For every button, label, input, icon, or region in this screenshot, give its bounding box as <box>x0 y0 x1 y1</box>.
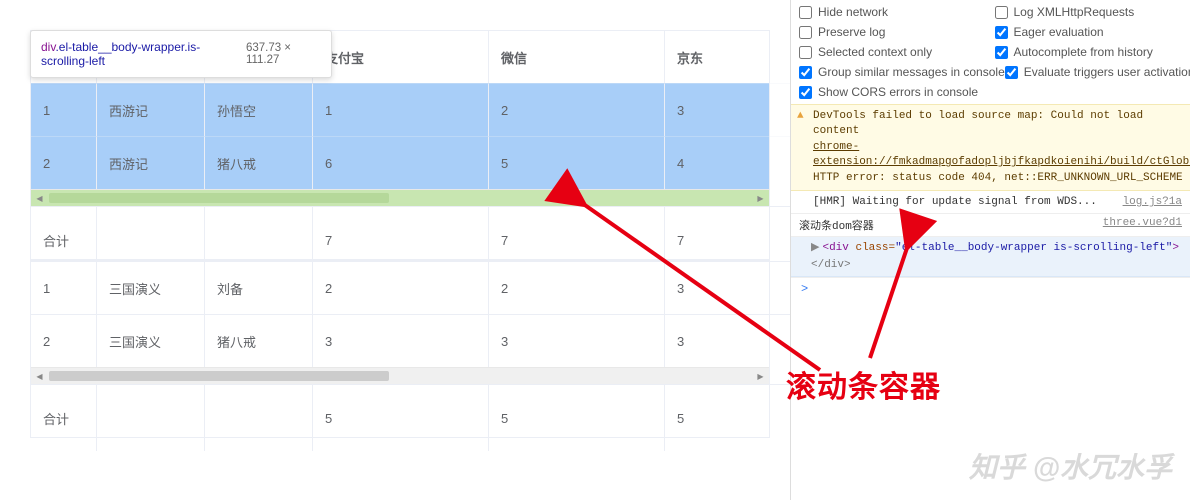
console-log-hmr: [HMR] Waiting for update signal from WDS… <box>791 191 1190 215</box>
cell: 2 <box>489 83 665 136</box>
horizontal-scrollbar[interactable]: ◀ ▶ <box>31 367 769 384</box>
cell: 刘备 <box>205 261 313 314</box>
checkbox-evaluate-triggers[interactable]: Evaluate triggers user activation <box>1005 65 1190 79</box>
console-log-dom: 滚动条dom容器 three.vue?d1 <box>791 214 1190 237</box>
scrollbar-thumb[interactable] <box>49 371 389 381</box>
cell: 3 <box>313 314 489 367</box>
scroll-left-icon[interactable]: ◀ <box>31 190 48 207</box>
table-row[interactable]: 2 西游记 猪八戒 6 5 4 <box>31 136 769 189</box>
tooltip-dimensions: 637.73 × 111.27 <box>246 42 321 66</box>
table-summary: 合计 7 7 7 <box>31 206 769 259</box>
cell: 5 <box>489 136 665 189</box>
table-body-highlighted[interactable]: 1 西游记 孙悟空 1 2 3 2 西游记 猪八戒 6 5 4 <box>31 83 769 189</box>
watermark: 知乎 @水冗水孚 <box>969 446 1172 486</box>
scroll-right-icon[interactable]: ▶ <box>752 190 769 207</box>
table-row[interactable]: 1 西游记 孙悟空 1 2 3 <box>31 83 769 136</box>
cell: 1 <box>31 261 97 314</box>
cell: 5 <box>489 384 665 451</box>
summary-row: 合计 5 5 5 <box>31 384 769 437</box>
console-settings: Hide network Log XMLHttpRequests Preserv… <box>791 0 1190 104</box>
cell: 2 <box>313 261 489 314</box>
cell: 西游记 <box>97 83 205 136</box>
caret-icon[interactable]: ▶ <box>811 242 819 254</box>
checkbox-group-similar[interactable]: Group similar messages in console <box>799 65 1005 79</box>
tooltip-selector: div.el-table__body-wrapper.is-scrolling-… <box>41 40 246 68</box>
cell: 三国演义 <box>97 314 205 367</box>
checkbox-log-xhr[interactable]: Log XMLHttpRequests <box>995 5 1190 19</box>
cell <box>97 384 205 451</box>
cell: 三国演义 <box>97 261 205 314</box>
cell: 1 <box>313 83 489 136</box>
cell: 1 <box>31 83 97 136</box>
cell: 2 <box>489 261 665 314</box>
cell: 西游记 <box>97 136 205 189</box>
table-2: 1 三国演义 刘备 2 2 3 2 三国演义 猪八戒 3 3 3 ◀ ▶ <box>30 260 770 438</box>
source-link[interactable]: three.vue?d1 <box>1103 217 1182 229</box>
inspector-tooltip: div.el-table__body-wrapper.is-scrolling-… <box>30 30 332 78</box>
cell: 猪八戒 <box>205 314 313 367</box>
cell: 2 <box>31 136 97 189</box>
cell: 6 <box>313 136 489 189</box>
cell: 5 <box>313 384 489 451</box>
warning-icon: ▲ <box>797 109 804 124</box>
checkbox-autocomplete[interactable]: Autocomplete from history <box>995 45 1190 59</box>
console-prompt[interactable]: > <box>791 277 1190 300</box>
annotation-label: 滚动条容器 <box>786 362 941 406</box>
cell: 孙悟空 <box>205 83 313 136</box>
table-row[interactable]: 2 三国演义 猪八戒 3 3 3 <box>31 314 769 367</box>
scroll-left-icon[interactable]: ◀ <box>31 368 48 385</box>
horizontal-scrollbar-highlighted[interactable]: ◀ ▶ <box>31 189 769 206</box>
scroll-right-icon[interactable]: ▶ <box>752 368 769 385</box>
cell: 合计 <box>31 384 97 451</box>
checkbox-cors-errors[interactable]: Show CORS errors in console <box>799 85 1025 99</box>
warning-link[interactable]: chrome-extension://fmkadmapgofadopljbjfk… <box>813 141 1190 168</box>
summary-row: 合计 7 7 7 <box>31 206 769 259</box>
table-summary: 合计 5 5 5 <box>31 384 769 437</box>
checkbox-selected-context[interactable]: Selected context only <box>799 45 995 59</box>
table-row[interactable]: 1 三国演义 刘备 2 2 3 <box>31 261 769 314</box>
th-alipay: 支付宝 <box>313 31 489 83</box>
table-body[interactable]: 1 三国演义 刘备 2 2 3 2 三国演义 猪八戒 3 3 3 <box>31 261 769 367</box>
cell: 2 <box>31 314 97 367</box>
cell: 猪八戒 <box>205 136 313 189</box>
console-expanded-element[interactable]: ▶<div class="el-table__body-wrapper is-s… <box>791 237 1190 277</box>
devtools-console: Hide network Log XMLHttpRequests Preserv… <box>790 0 1190 500</box>
checkbox-preserve-log[interactable]: Preserve log <box>799 25 995 39</box>
console-warning: ▲ DevTools failed to load source map: Co… <box>791 104 1190 191</box>
scrollbar-thumb[interactable] <box>49 193 389 203</box>
checkbox-hide-network[interactable]: Hide network <box>799 5 995 19</box>
th-wechat: 微信 <box>489 31 665 83</box>
cell <box>205 384 313 451</box>
checkbox-eager-eval[interactable]: Eager evaluation <box>995 25 1190 39</box>
cell: 3 <box>489 314 665 367</box>
source-link[interactable]: log.js?1a <box>1123 194 1182 211</box>
